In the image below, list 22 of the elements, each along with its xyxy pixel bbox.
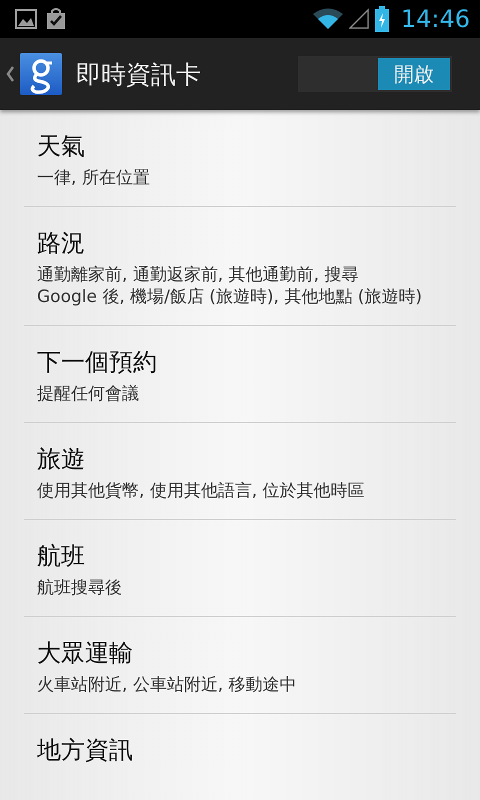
wifi-icon <box>312 8 343 30</box>
setting-title[interactable]: 路況 <box>37 225 443 261</box>
setting-summary: 使用其他貨幣, 使用其他語言, 位於其他時區 <box>37 480 366 502</box>
setting-summary: 航班搜尋後 <box>37 577 123 599</box>
setting-summary: 火車站附近, 公車站附近, 移動途中 <box>37 674 298 696</box>
setting-title[interactable]: 大眾運輸 <box>37 635 443 671</box>
signal-icon <box>348 8 369 30</box>
picture-icon <box>14 7 38 31</box>
setting-title[interactable]: 地方資訊 <box>37 732 443 768</box>
setting-title[interactable]: 天氣 <box>37 128 443 164</box>
status-time: 14:46 <box>400 5 470 33</box>
battery-charging-icon <box>374 6 389 32</box>
g-logo-icon[interactable] <box>20 53 62 95</box>
shopping-bag-check-icon <box>44 7 68 31</box>
back-icon[interactable] <box>6 66 14 82</box>
setting-summary: 提醒任何會議 <box>37 383 140 405</box>
setting-title[interactable]: 旅遊 <box>37 441 443 477</box>
screen-title: 即時資訊卡 <box>76 58 202 90</box>
setting-title[interactable]: 航班 <box>37 538 443 574</box>
setting-summary: 一律, 所在位置 <box>37 167 151 189</box>
setting-summary: 通勤離家前, 通勤返家前, 其他通勤前, 搜尋 Google 後, 機場/飯店 (旅遊時), 其他地點 (旅遊時) <box>37 264 424 308</box>
setting-title[interactable]: 下一個預約 <box>37 344 443 380</box>
